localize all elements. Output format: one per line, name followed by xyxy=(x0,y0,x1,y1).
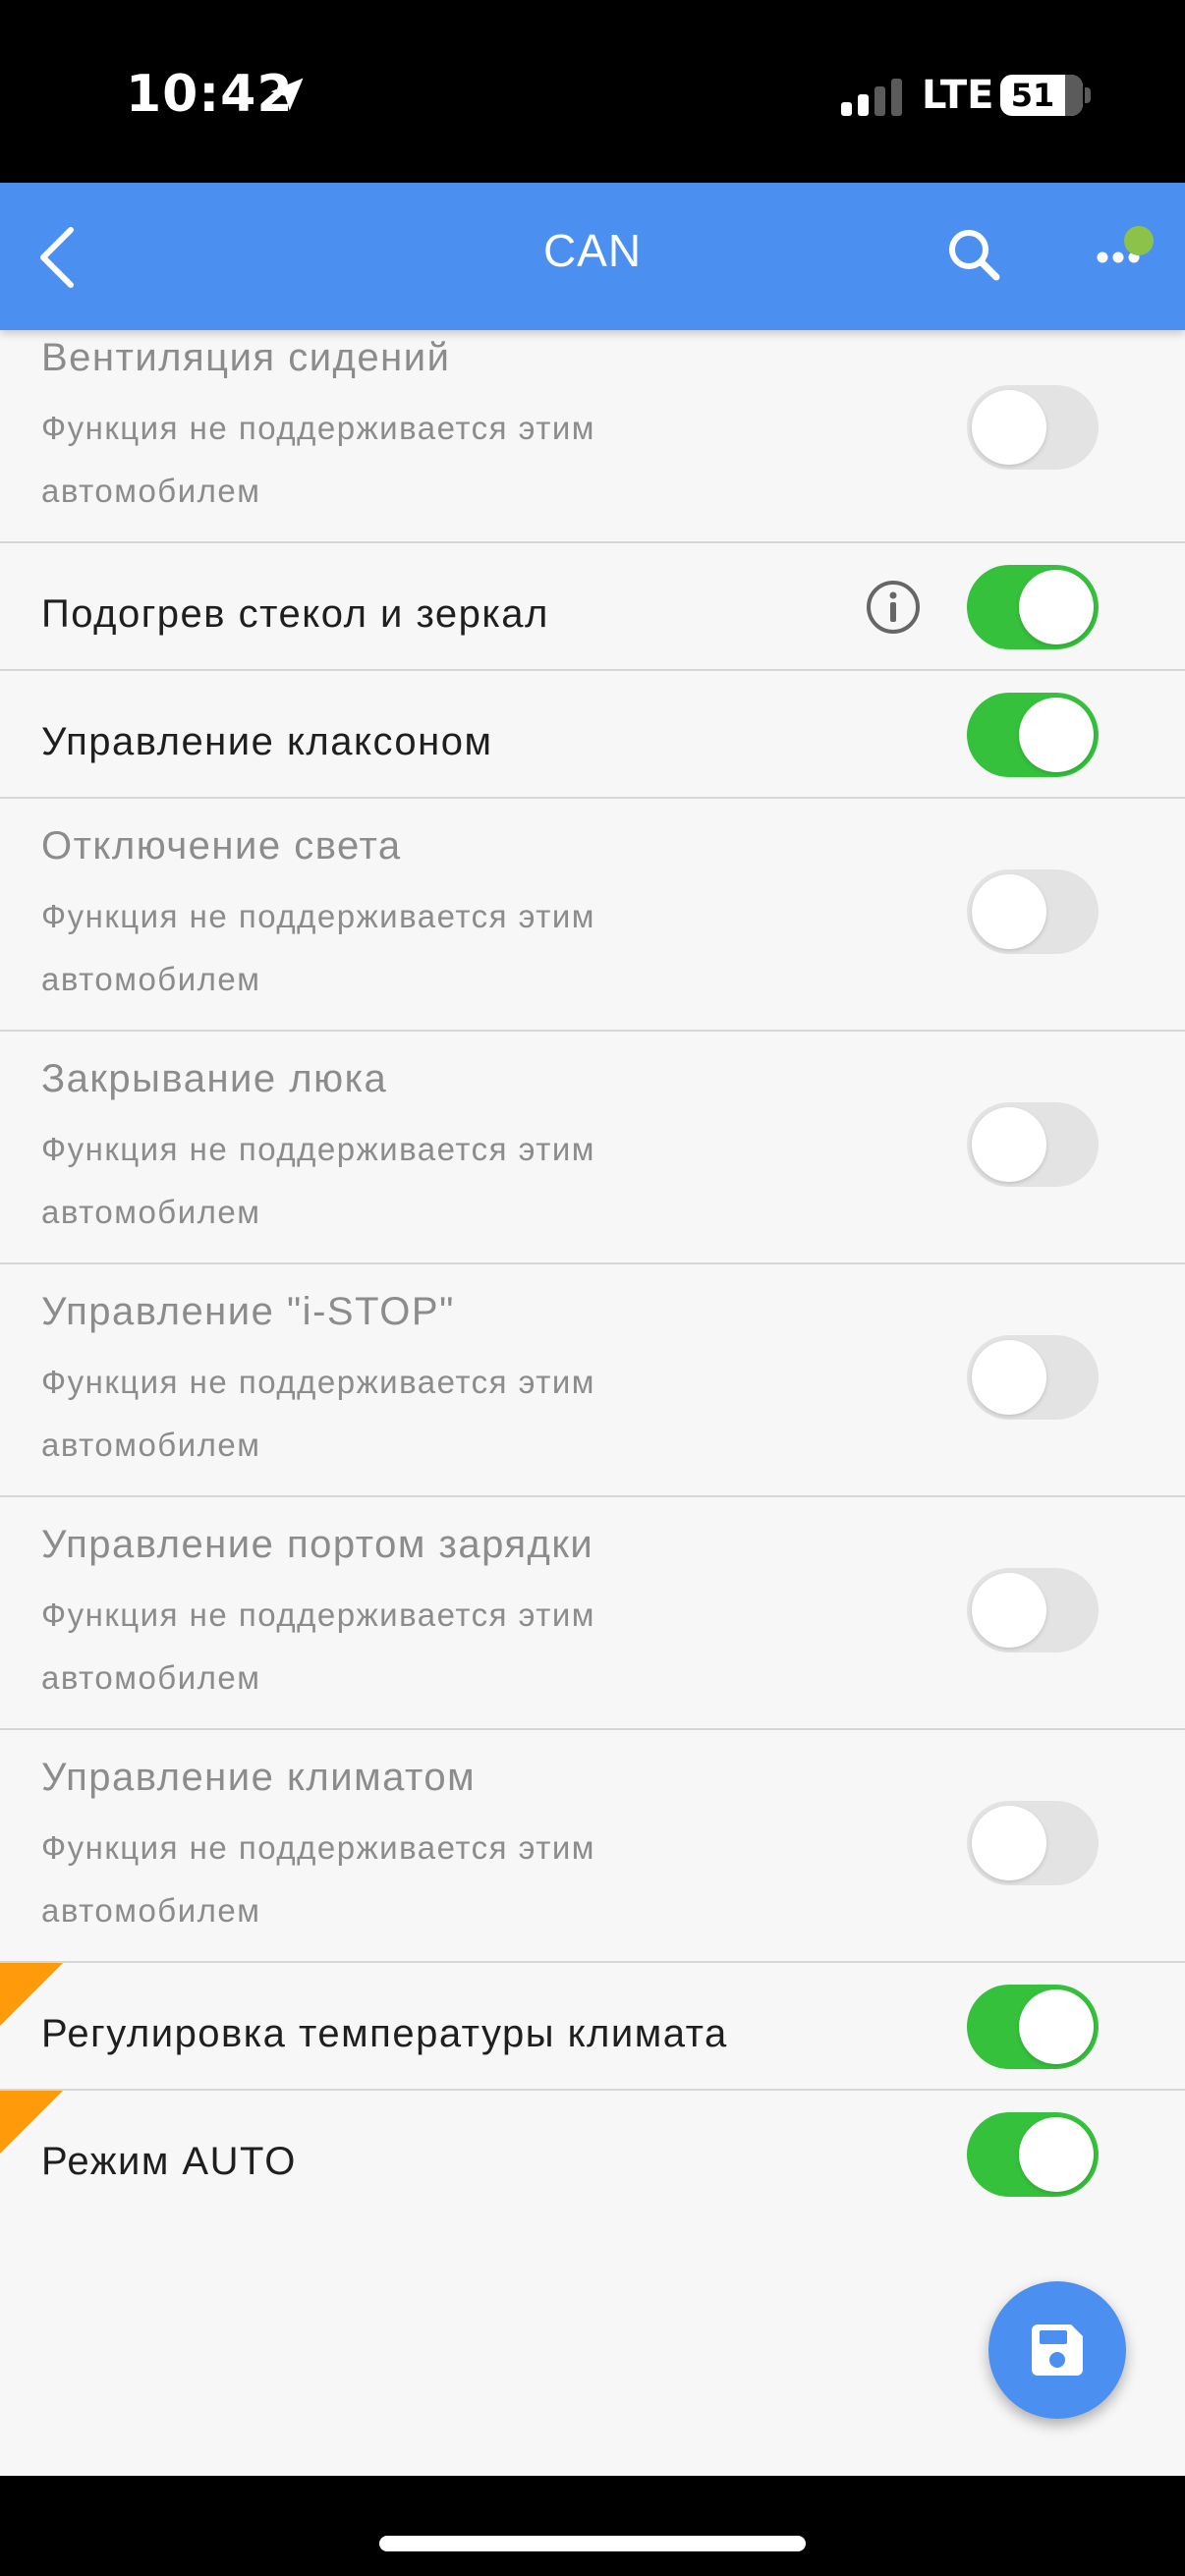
toggle-switch xyxy=(967,869,1099,954)
setting-row-glass-mirror-heating: Подогрев стекол и зеркал xyxy=(0,543,1185,671)
setting-row-seat-ventilation: Вентиляция сидений Функция не поддержива… xyxy=(0,330,1185,543)
settings-list: Вентиляция сидений Функция не поддержива… xyxy=(0,330,1185,2476)
toggle-switch xyxy=(967,1335,1099,1420)
search-icon xyxy=(949,230,1000,281)
setting-title: Режим AUTO xyxy=(41,2140,297,2183)
setting-row-lights-off: Отключение света Функция не поддерживает… xyxy=(0,799,1185,1032)
setting-title: Управление климатом xyxy=(41,1756,477,1799)
setting-subtitle: Функция не поддерживается этим автомобил… xyxy=(41,1829,595,1929)
setting-title: Управление портом зарядки xyxy=(41,1523,594,1566)
toggle-switch xyxy=(967,1801,1099,1885)
setting-subtitle: Функция не поддерживается этим автомобил… xyxy=(41,1596,595,1696)
toggle-switch[interactable] xyxy=(967,2112,1099,2197)
setting-row-charging-port: Управление портом зарядки Функция не под… xyxy=(0,1497,1185,1730)
toggle-switch xyxy=(967,1102,1099,1187)
setting-title: Регулировка температуры климата xyxy=(41,2012,728,2055)
setting-title: Вентиляция сидений xyxy=(41,336,451,379)
setting-title: Управление клаксоном xyxy=(41,720,493,763)
location-arrow-icon xyxy=(270,78,304,111)
battery-level: 51 xyxy=(1010,77,1055,114)
setting-subtitle: Функция не поддерживается этим автомобил… xyxy=(41,1131,595,1230)
floppy-disk-icon xyxy=(1032,2324,1083,2376)
toggle-switch[interactable] xyxy=(967,693,1099,777)
search-button[interactable] xyxy=(935,216,1014,295)
toggle-switch[interactable] xyxy=(967,565,1099,649)
setting-row-i-stop: Управление "i-STOP" Функция не поддержив… xyxy=(0,1264,1185,1497)
setting-title: Отключение света xyxy=(41,824,402,868)
setting-row-climate-control: Управление климатом Функция не поддержив… xyxy=(0,1730,1185,1963)
status-bar: 10:42 LTE 51 xyxy=(0,0,1185,183)
notification-dot xyxy=(1124,226,1154,255)
toggle-switch[interactable] xyxy=(967,1985,1099,2069)
setting-title: Закрывание люка xyxy=(41,1057,388,1100)
toggle-switch xyxy=(967,1568,1099,1652)
setting-row-sunroof-close: Закрывание люка Функция не поддерживаетс… xyxy=(0,1032,1185,1264)
setting-subtitle: Функция не поддерживается этим автомобил… xyxy=(41,898,595,997)
setting-title: Управление "i-STOP" xyxy=(41,1290,455,1333)
cellular-signal-icon xyxy=(841,79,902,116)
home-indicator-area xyxy=(0,2476,1185,2576)
app-screen: 10:42 LTE 51 CAN Вентиляция сидений Функ… xyxy=(0,0,1185,2576)
setting-subtitle: Функция не поддерживается этим автомобил… xyxy=(41,1364,595,1463)
setting-row-climate-temperature: Регулировка температуры климата xyxy=(0,1963,1185,2091)
info-icon[interactable] xyxy=(863,577,924,638)
toggle-switch xyxy=(967,385,1099,470)
network-type: LTE xyxy=(922,73,994,118)
save-button[interactable] xyxy=(988,2281,1126,2419)
battery-icon: 51 xyxy=(1000,75,1083,116)
battery-nub xyxy=(1085,87,1091,103)
app-bar: CAN xyxy=(0,183,1185,330)
setting-subtitle: Функция не поддерживается этим автомобил… xyxy=(41,410,595,509)
setting-row-horn-control: Управление клаксоном xyxy=(0,671,1185,799)
setting-title: Подогрев стекол и зеркал xyxy=(41,592,549,636)
home-indicator[interactable] xyxy=(379,2536,806,2551)
setting-row-auto-mode: Режим AUTO xyxy=(0,2091,1185,2218)
